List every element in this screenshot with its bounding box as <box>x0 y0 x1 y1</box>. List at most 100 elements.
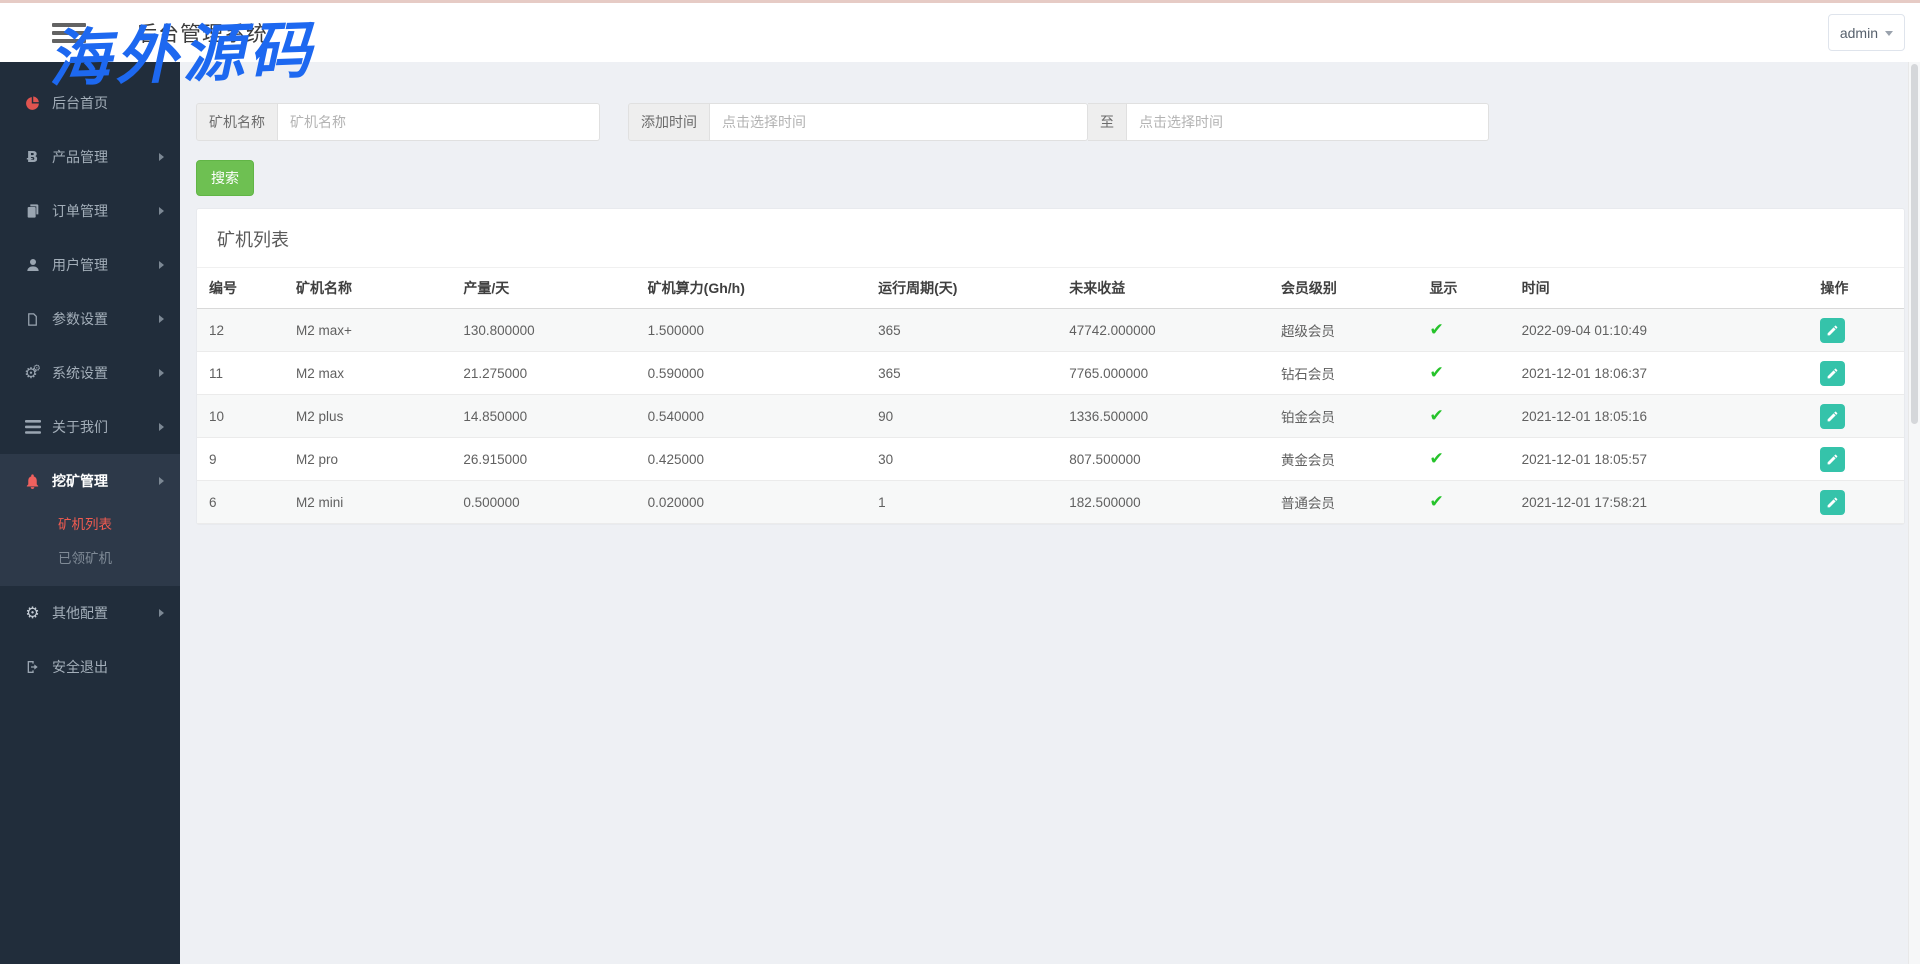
sidebar-item-label: 产品管理 <box>52 147 159 167</box>
to-label: 至 <box>1088 103 1127 141</box>
sidebar-group-mining: 挖矿管理矿机列表已领矿机 <box>0 454 180 586</box>
cell-level: 超级会员 <box>1269 309 1418 352</box>
bitcoin-icon: Ƀ <box>20 148 45 166</box>
check-icon: ✔ <box>1429 320 1443 340</box>
sidebar-item-label: 系统设置 <box>52 363 159 383</box>
gear-icon: ⚙ <box>20 605 45 621</box>
sidebar-item-label: 其他配置 <box>52 603 159 623</box>
top-accent-line <box>0 0 1920 3</box>
cell-actions <box>1808 395 1904 438</box>
dashboard-icon <box>20 95 45 112</box>
add-time-label: 添加时间 <box>628 103 710 141</box>
edit-button[interactable] <box>1820 490 1845 515</box>
cell-cycle: 365 <box>866 309 1057 352</box>
sidebar-item-label: 参数设置 <box>52 309 159 329</box>
search-button[interactable]: 搜索 <box>196 160 254 196</box>
sidebar-item-about[interactable]: 关于我们 <box>0 400 180 454</box>
sidebar-item-users[interactable]: 用户管理 <box>0 238 180 292</box>
column-header: 矿机算力(Gh/h) <box>636 268 866 309</box>
check-icon: ✔ <box>1429 492 1443 512</box>
content-area: 矿机名称 添加时间 至 搜索 矿机列表 编号矿机名称产量/天矿机算力(Gh/h)… <box>180 62 1920 964</box>
cell-name: M2 plus <box>284 395 451 438</box>
sidebar-submenu: 矿机列表已领矿机 <box>0 508 180 576</box>
app-title: 后台管理系统 <box>136 18 268 48</box>
edit-button[interactable] <box>1820 361 1845 386</box>
cell-time: 2021-12-01 18:05:16 <box>1510 395 1809 438</box>
sidebar: 后台首页 Ƀ 产品管理订单管理用户管理参数设置 ⚙⚙ 系统设置关于我们挖矿管理矿机列表已… <box>0 62 180 964</box>
column-header: 时间 <box>1510 268 1809 309</box>
filter-bar: 矿机名称 添加时间 至 <box>196 103 1905 141</box>
cell-level: 普通会员 <box>1269 481 1418 524</box>
scrollbar-thumb[interactable] <box>1911 64 1918 424</box>
panel-title: 矿机列表 <box>197 209 1904 267</box>
menu-toggle-icon[interactable] <box>52 19 86 47</box>
cell-power: 0.020000 <box>636 481 866 524</box>
cell-actions <box>1808 438 1904 481</box>
cell-time: 2022-09-04 01:10:49 <box>1510 309 1809 352</box>
sidebar-item-other[interactable]: ⚙ 其他配置 <box>0 586 180 640</box>
sidebar-item-orders[interactable]: 订单管理 <box>0 184 180 238</box>
edit-button[interactable] <box>1820 318 1845 343</box>
file-icon <box>20 312 45 327</box>
check-icon: ✔ <box>1429 449 1443 469</box>
sidebar-item-label: 用户管理 <box>52 255 159 275</box>
cell-level: 黄金会员 <box>1269 438 1418 481</box>
time-end-input[interactable] <box>1127 103 1489 141</box>
gears-icon: ⚙⚙ <box>20 365 45 381</box>
sidebar-item-label: 关于我们 <box>52 417 159 437</box>
column-header: 矿机名称 <box>284 268 451 309</box>
column-header: 产量/天 <box>451 268 635 309</box>
cell-cycle: 365 <box>866 352 1057 395</box>
scrollbar-track[interactable] <box>1908 62 1920 964</box>
cell-visible: ✔ <box>1417 352 1509 395</box>
sidebar-item-logout[interactable]: 安全退出 <box>0 640 180 694</box>
chevron-right-icon <box>159 609 164 617</box>
column-header: 编号 <box>197 268 284 309</box>
list-icon <box>20 420 45 434</box>
sidebar-item-params[interactable]: 参数设置 <box>0 292 180 346</box>
miner-name-input[interactable] <box>278 103 600 141</box>
sidebar-item-system[interactable]: ⚙⚙ 系统设置 <box>0 346 180 400</box>
edit-button[interactable] <box>1820 447 1845 472</box>
cell-cycle: 30 <box>866 438 1057 481</box>
cell-power: 0.590000 <box>636 352 866 395</box>
cell-output: 0.500000 <box>451 481 635 524</box>
cell-income: 47742.000000 <box>1057 309 1269 352</box>
cell-visible: ✔ <box>1417 309 1509 352</box>
chevron-right-icon <box>159 369 164 377</box>
cell-name: M2 pro <box>284 438 451 481</box>
miner-name-filter-group: 矿机名称 <box>196 103 600 141</box>
cell-power: 0.540000 <box>636 395 866 438</box>
edit-button[interactable] <box>1820 404 1845 429</box>
cell-name: M2 mini <box>284 481 451 524</box>
cell-id: 11 <box>197 352 284 395</box>
miner-list-panel: 矿机列表 编号矿机名称产量/天矿机算力(Gh/h)运行周期(天)未来收益会员级别… <box>196 208 1905 525</box>
table-row: 12M2 max+130.8000001.50000036547742.0000… <box>197 309 1904 352</box>
cell-output: 130.800000 <box>451 309 635 352</box>
sidebar-item-label: 后台首页 <box>52 93 164 113</box>
cell-output: 14.850000 <box>451 395 635 438</box>
chevron-right-icon <box>159 207 164 215</box>
cell-output: 21.275000 <box>451 352 635 395</box>
bell-icon <box>20 473 45 490</box>
chevron-right-icon <box>159 153 164 161</box>
cell-name: M2 max+ <box>284 309 451 352</box>
chevron-right-icon <box>159 261 164 269</box>
chevron-right-icon <box>159 315 164 323</box>
sidebar-item-home[interactable]: 后台首页 <box>0 76 180 130</box>
chevron-right-icon <box>159 423 164 431</box>
cell-actions <box>1808 352 1904 395</box>
sidebar-item-mining[interactable]: 挖矿管理 <box>0 454 180 508</box>
cell-time: 2021-12-01 17:58:21 <box>1510 481 1809 524</box>
table-row: 11M2 max21.2750000.5900003657765.000000钻… <box>197 352 1904 395</box>
time-start-input[interactable] <box>710 103 1088 141</box>
sidebar-item-products[interactable]: Ƀ 产品管理 <box>0 130 180 184</box>
cell-time: 2021-12-01 18:05:57 <box>1510 438 1809 481</box>
column-header: 运行周期(天) <box>866 268 1057 309</box>
logout-icon <box>20 659 45 675</box>
sidebar-subitem-claimed-miners[interactable]: 已领矿机 <box>0 542 180 576</box>
user-menu-button[interactable]: admin <box>1828 14 1905 51</box>
sidebar-subitem-miner-list[interactable]: 矿机列表 <box>0 508 180 542</box>
sidebar-item-label: 订单管理 <box>52 201 159 221</box>
check-icon: ✔ <box>1429 406 1443 426</box>
